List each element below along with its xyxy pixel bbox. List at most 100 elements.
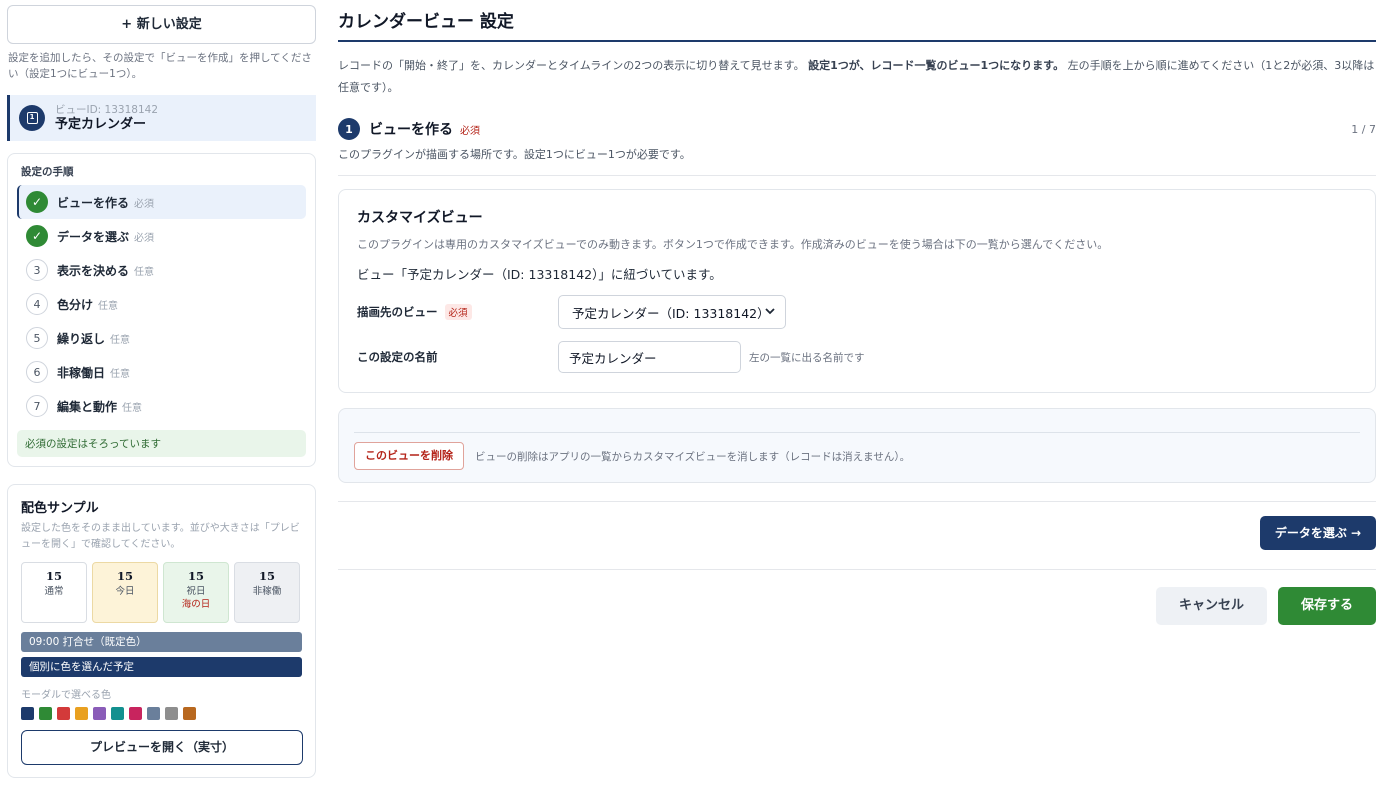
day-label: 通常: [44, 586, 64, 597]
step-item-non-working-days[interactable]: 6 非稼働日 任意: [17, 355, 306, 389]
step-label: 色分け: [57, 297, 94, 312]
color-swatch: [93, 707, 106, 720]
step-number-badge: 1: [338, 118, 360, 140]
step-item-select-data[interactable]: ✓ データを選ぶ 必須: [17, 219, 306, 253]
color-swatch: [165, 707, 178, 720]
chevron-down-icon: [765, 308, 775, 315]
step-label: 表示を決める: [57, 263, 130, 278]
step-label: ビューを作る: [57, 195, 130, 210]
step-number: 4: [26, 293, 48, 315]
day-sample-non-working: 15 非稼働: [234, 562, 300, 623]
setting-name-label: この設定の名前: [357, 350, 438, 364]
save-button[interactable]: 保存する: [1278, 587, 1376, 625]
target-view-select[interactable]: 予定カレンダー（ID: 13318142）: [558, 295, 786, 329]
step-item-edit-behavior[interactable]: 7 編集と動作 任意: [17, 389, 306, 423]
new-setting-hint: 設定を追加したら、その設定で「ビューを作成」を押してください（設定1つにビュー1…: [8, 52, 312, 80]
step-label: データを選ぶ: [57, 229, 130, 244]
check-icon: ✓: [26, 191, 48, 213]
target-view-label: 描画先のビュー 必須: [357, 304, 558, 320]
event-sample-custom: 個別に色を選んだ予定: [21, 657, 302, 677]
color-swatch: [129, 707, 142, 720]
check-icon: ✓: [26, 225, 48, 247]
step-item-repeat[interactable]: 5 繰り返し 任意: [17, 321, 306, 355]
event-sample-default: 09:00 打合せ（既定色）: [21, 632, 302, 652]
day-label: 今日: [115, 586, 135, 597]
view-id: ビューID: 13318142: [55, 103, 159, 116]
steps-title: 設定の手順: [21, 166, 74, 178]
step-number: 6: [26, 361, 48, 383]
setting-name-row: この設定の名前 左の一覧に出る名前です: [357, 341, 1357, 373]
day-label: 非稼働: [252, 586, 282, 597]
step-tag: 任意: [98, 300, 119, 312]
sample-title: 配色サンプル: [21, 501, 99, 516]
color-palette: [21, 707, 302, 720]
step-number: 5: [26, 327, 48, 349]
sample-hint: 設定した色をそのまま出しています。並びや大きさは「プレビューを開く」で確認してく…: [21, 523, 300, 550]
divider: [354, 432, 1360, 433]
step-tag: 任意: [110, 334, 131, 346]
custom-view-card: カスタマイズビュー このプラグインは専用のカスタマイズビューでのみ動きます。ボタ…: [338, 189, 1376, 393]
step-label: 編集と動作: [57, 399, 118, 414]
setting-name-hint: 左の一覧に出る名前です: [749, 351, 865, 364]
delete-view-button[interactable]: このビューを削除: [354, 442, 464, 470]
next-step-button[interactable]: データを選ぶ →: [1260, 516, 1376, 550]
color-swatch: [39, 707, 52, 720]
day-sample-normal: 15 通常: [21, 562, 87, 623]
card-title: カスタマイズビュー: [357, 210, 483, 226]
next-step-row: データを選ぶ →: [338, 502, 1376, 570]
page-title: カレンダービュー 設定: [338, 0, 1376, 42]
steps-status: 必須の設定はそろっています: [17, 430, 306, 457]
delete-row: このビューを削除 ビューの削除はアプリの一覧からカスタマイズビューを消します（レ…: [354, 442, 1360, 470]
setting-name-input[interactable]: [558, 341, 741, 373]
view-name: 予定カレンダー: [55, 116, 147, 132]
holiday-name: 海の日: [181, 599, 211, 610]
step-number: 3: [26, 259, 48, 281]
day-number: 15: [258, 569, 275, 583]
step-item-colors[interactable]: 4 色分け 任意: [17, 287, 306, 321]
step-tag: 任意: [110, 368, 131, 380]
card-description: このプラグインは専用のカスタマイズビューでのみ動きます。ボタン1つで作成できます…: [357, 238, 1109, 251]
color-swatch: [75, 707, 88, 720]
label-text: 描画先のビュー: [357, 305, 438, 319]
target-view-row: 描画先のビュー 必須 予定カレンダー（ID: 13318142）: [357, 295, 1357, 329]
day-label: 祝日: [186, 586, 206, 597]
step-label: 繰り返し: [57, 331, 106, 346]
step-number: 7: [26, 395, 48, 417]
intro-part: レコードの「開始・終了」を、カレンダーとタイムラインの2つの表示に切り替えて見せ…: [338, 59, 805, 72]
sidebar: + 新しい設定 設定を追加したら、その設定で「ビューを作成」を押してください（設…: [7, 5, 316, 778]
color-sample-panel: 配色サンプル 設定した色をそのまま出しています。並びや大きさは「プレビューを開く…: [7, 484, 316, 778]
step-tag: 必須: [134, 198, 155, 210]
open-preview-button[interactable]: プレビューを開く（実寸）: [21, 730, 303, 765]
step-item-display[interactable]: 3 表示を決める 任意: [17, 253, 306, 287]
day-number: 15: [116, 569, 133, 583]
step-tag: 必須: [134, 232, 155, 244]
calendar-icon: 1: [19, 105, 45, 131]
step-header: 1 ビューを作る 必須 1 / 7: [338, 118, 1376, 140]
cancel-button[interactable]: キャンセル: [1156, 587, 1267, 625]
color-swatch: [111, 707, 124, 720]
color-swatch: [21, 707, 34, 720]
step-counter: 1 / 7: [1351, 122, 1376, 136]
step-item-create-view[interactable]: ✓ ビューを作る 必須: [17, 185, 306, 219]
delete-hint: ビューの削除はアプリの一覧からカスタマイズビューを消します（レコードは消えません…: [475, 450, 911, 463]
steps-panel: 設定の手順 ✓ ビューを作る 必須 ✓ データを選ぶ 必須 3 表示を決める 任…: [7, 153, 316, 467]
step-tag: 任意: [122, 402, 143, 414]
step-label: 非稼働日: [57, 365, 106, 380]
step-tag: 任意: [134, 266, 155, 278]
danger-zone: このビューを削除 ビューの削除はアプリの一覧からカスタマイズビューを消します（レ…: [338, 408, 1376, 483]
day-sample-holiday: 15 祝日 海の日: [163, 562, 229, 623]
current-view-card[interactable]: 1 ビューID: 13318142 予定カレンダー: [7, 95, 316, 141]
color-swatch: [57, 707, 70, 720]
selected-value: 予定カレンダー（ID: 13318142）: [572, 305, 770, 321]
required-badge: 必須: [444, 304, 472, 320]
new-setting-button[interactable]: + 新しい設定: [7, 5, 316, 44]
step-title: ビューを作る: [369, 122, 453, 138]
color-swatch: [147, 707, 160, 720]
footer-actions: キャンセル 保存する: [338, 570, 1376, 630]
color-swatch: [183, 707, 196, 720]
intro-text: レコードの「開始・終了」を、カレンダーとタイムラインの2つの表示に切り替えて見せ…: [338, 55, 1376, 99]
day-number: 15: [45, 569, 62, 583]
step-description: このプラグインが描画する場所です。設定1つにビュー1つが必要です。: [338, 146, 1376, 176]
link-status: ビュー「予定カレンダー（ID: 13318142）」に紐づいています。: [357, 267, 722, 282]
day-number: 15: [187, 569, 204, 583]
